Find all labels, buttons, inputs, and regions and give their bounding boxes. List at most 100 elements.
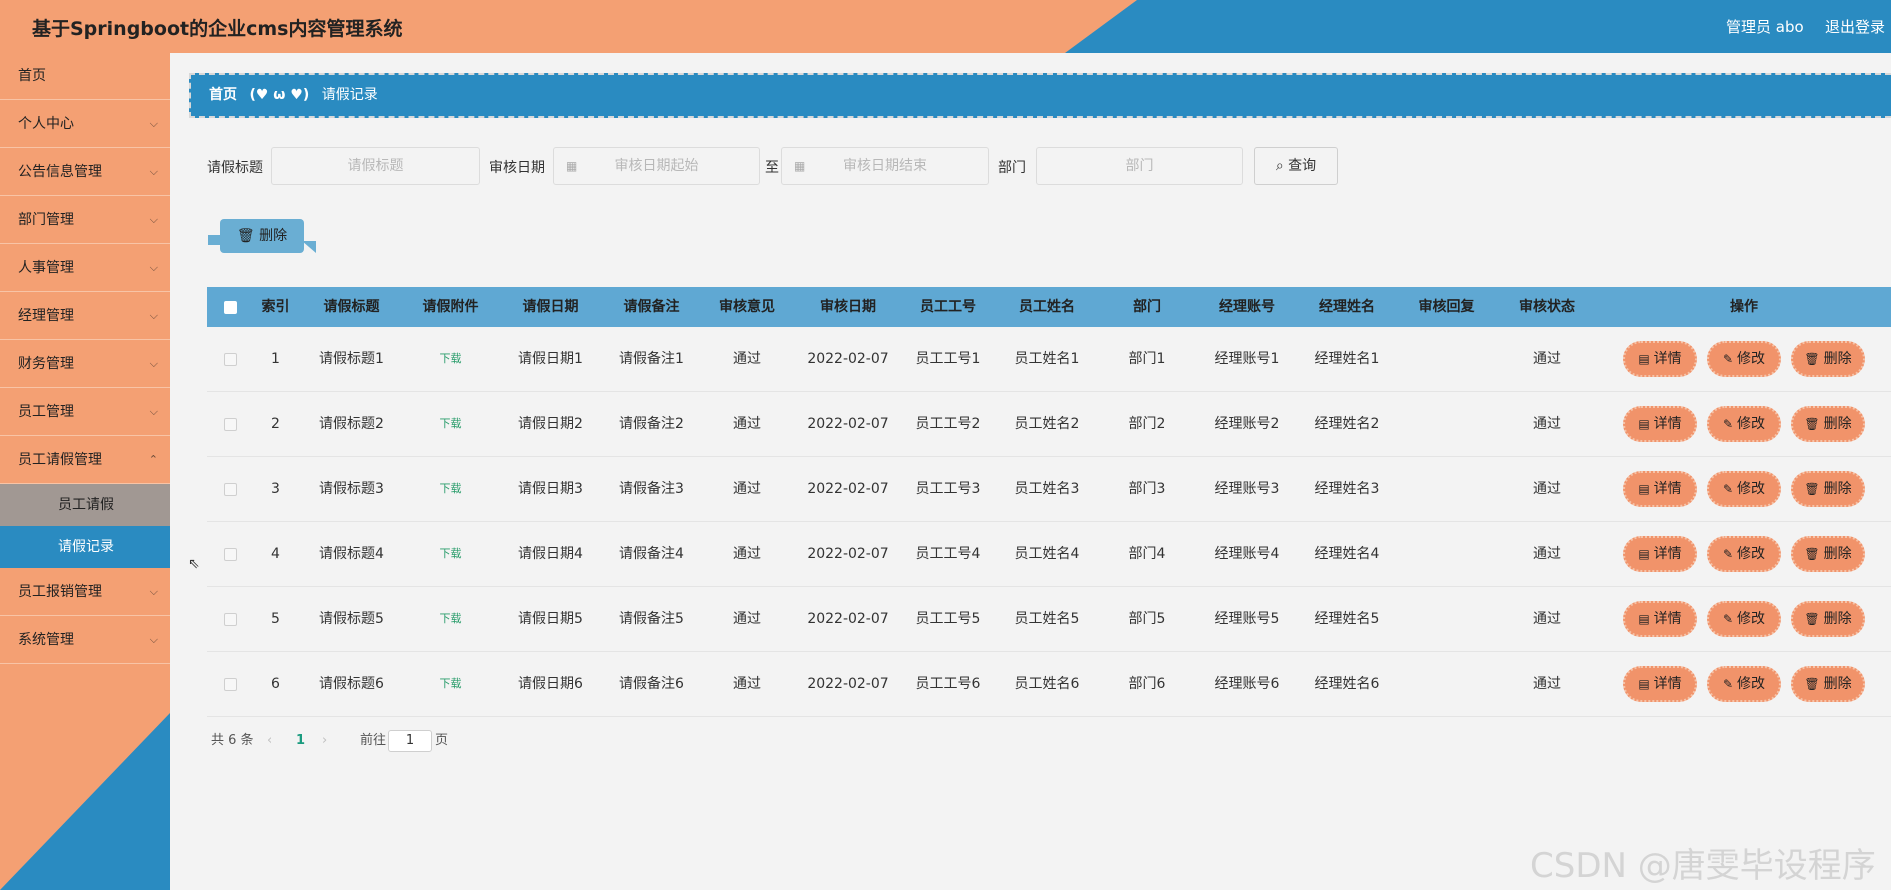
sidebar-item-label: 公告信息管理: [18, 164, 102, 180]
row-select-cell: [207, 587, 253, 651]
prev-page-icon[interactable]: ‹: [267, 730, 272, 752]
sidebar-subitem-leave-apply[interactable]: 员工请假: [0, 484, 170, 526]
table-cell: 经理账号1: [1214, 351, 1280, 367]
chevron-down-icon: ⌵: [149, 585, 158, 598]
table-cell: 通过: [733, 676, 761, 692]
download-link[interactable]: 下载: [405, 522, 496, 586]
search-dept-input[interactable]: 部门: [1036, 147, 1243, 185]
table-cell: 请假日期5: [518, 611, 583, 627]
sidebar-item-finance[interactable]: 财务管理 ⌵: [0, 340, 170, 388]
column-header: 经理姓名: [1319, 299, 1375, 315]
delete-button[interactable]: 🗑 删除: [1791, 471, 1865, 507]
table-cell: 通过: [733, 416, 761, 432]
sidebar-item-system[interactable]: 系统管理 ⌵: [0, 616, 170, 664]
delete-label: 删除: [1823, 481, 1852, 497]
batch-delete-label: 删除: [259, 228, 288, 244]
chevron-up-icon: ⌃: [148, 453, 158, 466]
delete-label: 删除: [1823, 351, 1852, 367]
sidebar-subitem-leave-record[interactable]: 请假记录: [0, 526, 170, 568]
select-all-cell: [207, 287, 253, 327]
column-header: 请假备注: [623, 299, 680, 315]
pencil-icon: ✎: [1722, 482, 1734, 496]
table-cell: 员工工号2: [915, 416, 981, 432]
edit-button[interactable]: ✎ 修改: [1707, 601, 1781, 637]
detail-button[interactable]: ▤ 详情: [1623, 471, 1697, 507]
sidebar-item-notice[interactable]: 公告信息管理 ⌵: [0, 148, 170, 196]
table-cell: 通过: [1533, 546, 1561, 562]
sidebar-item-personal-center[interactable]: 个人中心 ⌵: [0, 100, 170, 148]
row-checkbox[interactable]: [223, 352, 237, 366]
download-link[interactable]: 下载: [405, 457, 496, 521]
sidebar-item-employee[interactable]: 员工管理 ⌵: [0, 388, 170, 436]
table-cell: 员工姓名4: [1014, 546, 1080, 562]
download-link[interactable]: 下载: [405, 327, 496, 391]
query-button[interactable]: ⌕ 查询: [1254, 147, 1338, 185]
sidebar-item-reimbursement[interactable]: 员工报销管理 ⌵: [0, 568, 170, 616]
download-link[interactable]: 下载: [405, 392, 496, 456]
edit-label: 修改: [1737, 546, 1766, 562]
batch-delete-button[interactable]: 🗑 删除: [208, 219, 316, 253]
sidebar-item-label: 员工请假管理: [18, 452, 102, 468]
document-icon: ▤: [1638, 417, 1650, 431]
row-checkbox[interactable]: [223, 677, 237, 691]
search-title-input[interactable]: 请假标题: [271, 147, 480, 185]
table-cell: 请假日期1: [518, 351, 583, 367]
row-checkbox[interactable]: [223, 482, 237, 496]
table-cell: 请假日期3: [518, 481, 583, 497]
select-all-checkbox[interactable]: [223, 300, 237, 314]
row-checkbox[interactable]: [223, 547, 237, 561]
table-cell: 通过: [1533, 676, 1561, 692]
next-page-icon[interactable]: ›: [322, 730, 327, 752]
sidebar-item-leave[interactable]: 员工请假管理 ⌃: [0, 436, 170, 484]
table-cell: 请假标题4: [319, 546, 384, 562]
search-date-end-input[interactable]: ▦ 审核日期结束: [781, 147, 989, 185]
sidebar-item-hr[interactable]: 人事管理 ⌵: [0, 244, 170, 292]
search-date-to: 至: [765, 160, 779, 176]
table-cell: 请假标题5: [319, 611, 384, 627]
sidebar-item-department[interactable]: 部门管理 ⌵: [0, 196, 170, 244]
detail-button[interactable]: ▤ 详情: [1623, 341, 1697, 377]
detail-button[interactable]: ▤ 详情: [1623, 536, 1697, 572]
download-link[interactable]: 下载: [405, 587, 496, 651]
edit-label: 修改: [1737, 416, 1766, 432]
table-cell: 请假日期6: [518, 676, 583, 692]
table-cell: 部门2: [1128, 416, 1166, 432]
search-date-start-input[interactable]: ▦ 审核日期起始: [553, 147, 760, 185]
row-checkbox[interactable]: [223, 417, 237, 431]
delete-button[interactable]: 🗑 删除: [1791, 341, 1865, 377]
chevron-down-icon: ⌵: [149, 405, 158, 418]
search-dept-label: 部门: [998, 160, 1026, 176]
table-cell: [1396, 327, 1497, 391]
row-checkbox[interactable]: [223, 612, 237, 626]
table-cell: 员工工号4: [915, 546, 981, 562]
detail-button[interactable]: ▤ 详情: [1623, 601, 1697, 637]
row-actions: ▤ 详情 ✎ 修改 🗑 删除: [1597, 652, 1891, 716]
sidebar-item-home[interactable]: 首页: [0, 53, 170, 100]
edit-button[interactable]: ✎ 修改: [1707, 471, 1781, 507]
table-cell: 经理姓名2: [1314, 416, 1380, 432]
column-header: 审核日期: [820, 299, 876, 315]
detail-button[interactable]: ▤ 详情: [1623, 406, 1697, 442]
sidebar-item-label: 系统管理: [18, 632, 74, 648]
delete-button[interactable]: 🗑 删除: [1791, 666, 1865, 702]
edit-button[interactable]: ✎ 修改: [1707, 406, 1781, 442]
edit-button[interactable]: ✎ 修改: [1707, 666, 1781, 702]
row-actions: ▤ 详情 ✎ 修改 🗑 删除: [1597, 392, 1891, 456]
download-link[interactable]: 下载: [405, 652, 496, 716]
detail-button[interactable]: ▤ 详情: [1623, 666, 1697, 702]
delete-button[interactable]: 🗑 删除: [1791, 601, 1865, 637]
delete-button[interactable]: 🗑 删除: [1791, 536, 1865, 572]
delete-button[interactable]: 🗑 删除: [1791, 406, 1865, 442]
page-number[interactable]: 1: [296, 730, 305, 752]
sidebar-item-manager[interactable]: 经理管理 ⌵: [0, 292, 170, 340]
edit-label: 修改: [1737, 676, 1766, 692]
table-cell: 请假标题3: [319, 481, 384, 497]
breadcrumb-home[interactable]: 首页: [209, 87, 237, 103]
table-cell: [1396, 457, 1497, 521]
logout-link[interactable]: 退出登录: [1825, 16, 1885, 37]
sidebar-item-label: 财务管理: [18, 356, 74, 372]
chevron-down-icon: ⌵: [149, 357, 158, 370]
goto-page-input[interactable]: 1: [388, 730, 432, 752]
edit-button[interactable]: ✎ 修改: [1707, 341, 1781, 377]
edit-button[interactable]: ✎ 修改: [1707, 536, 1781, 572]
